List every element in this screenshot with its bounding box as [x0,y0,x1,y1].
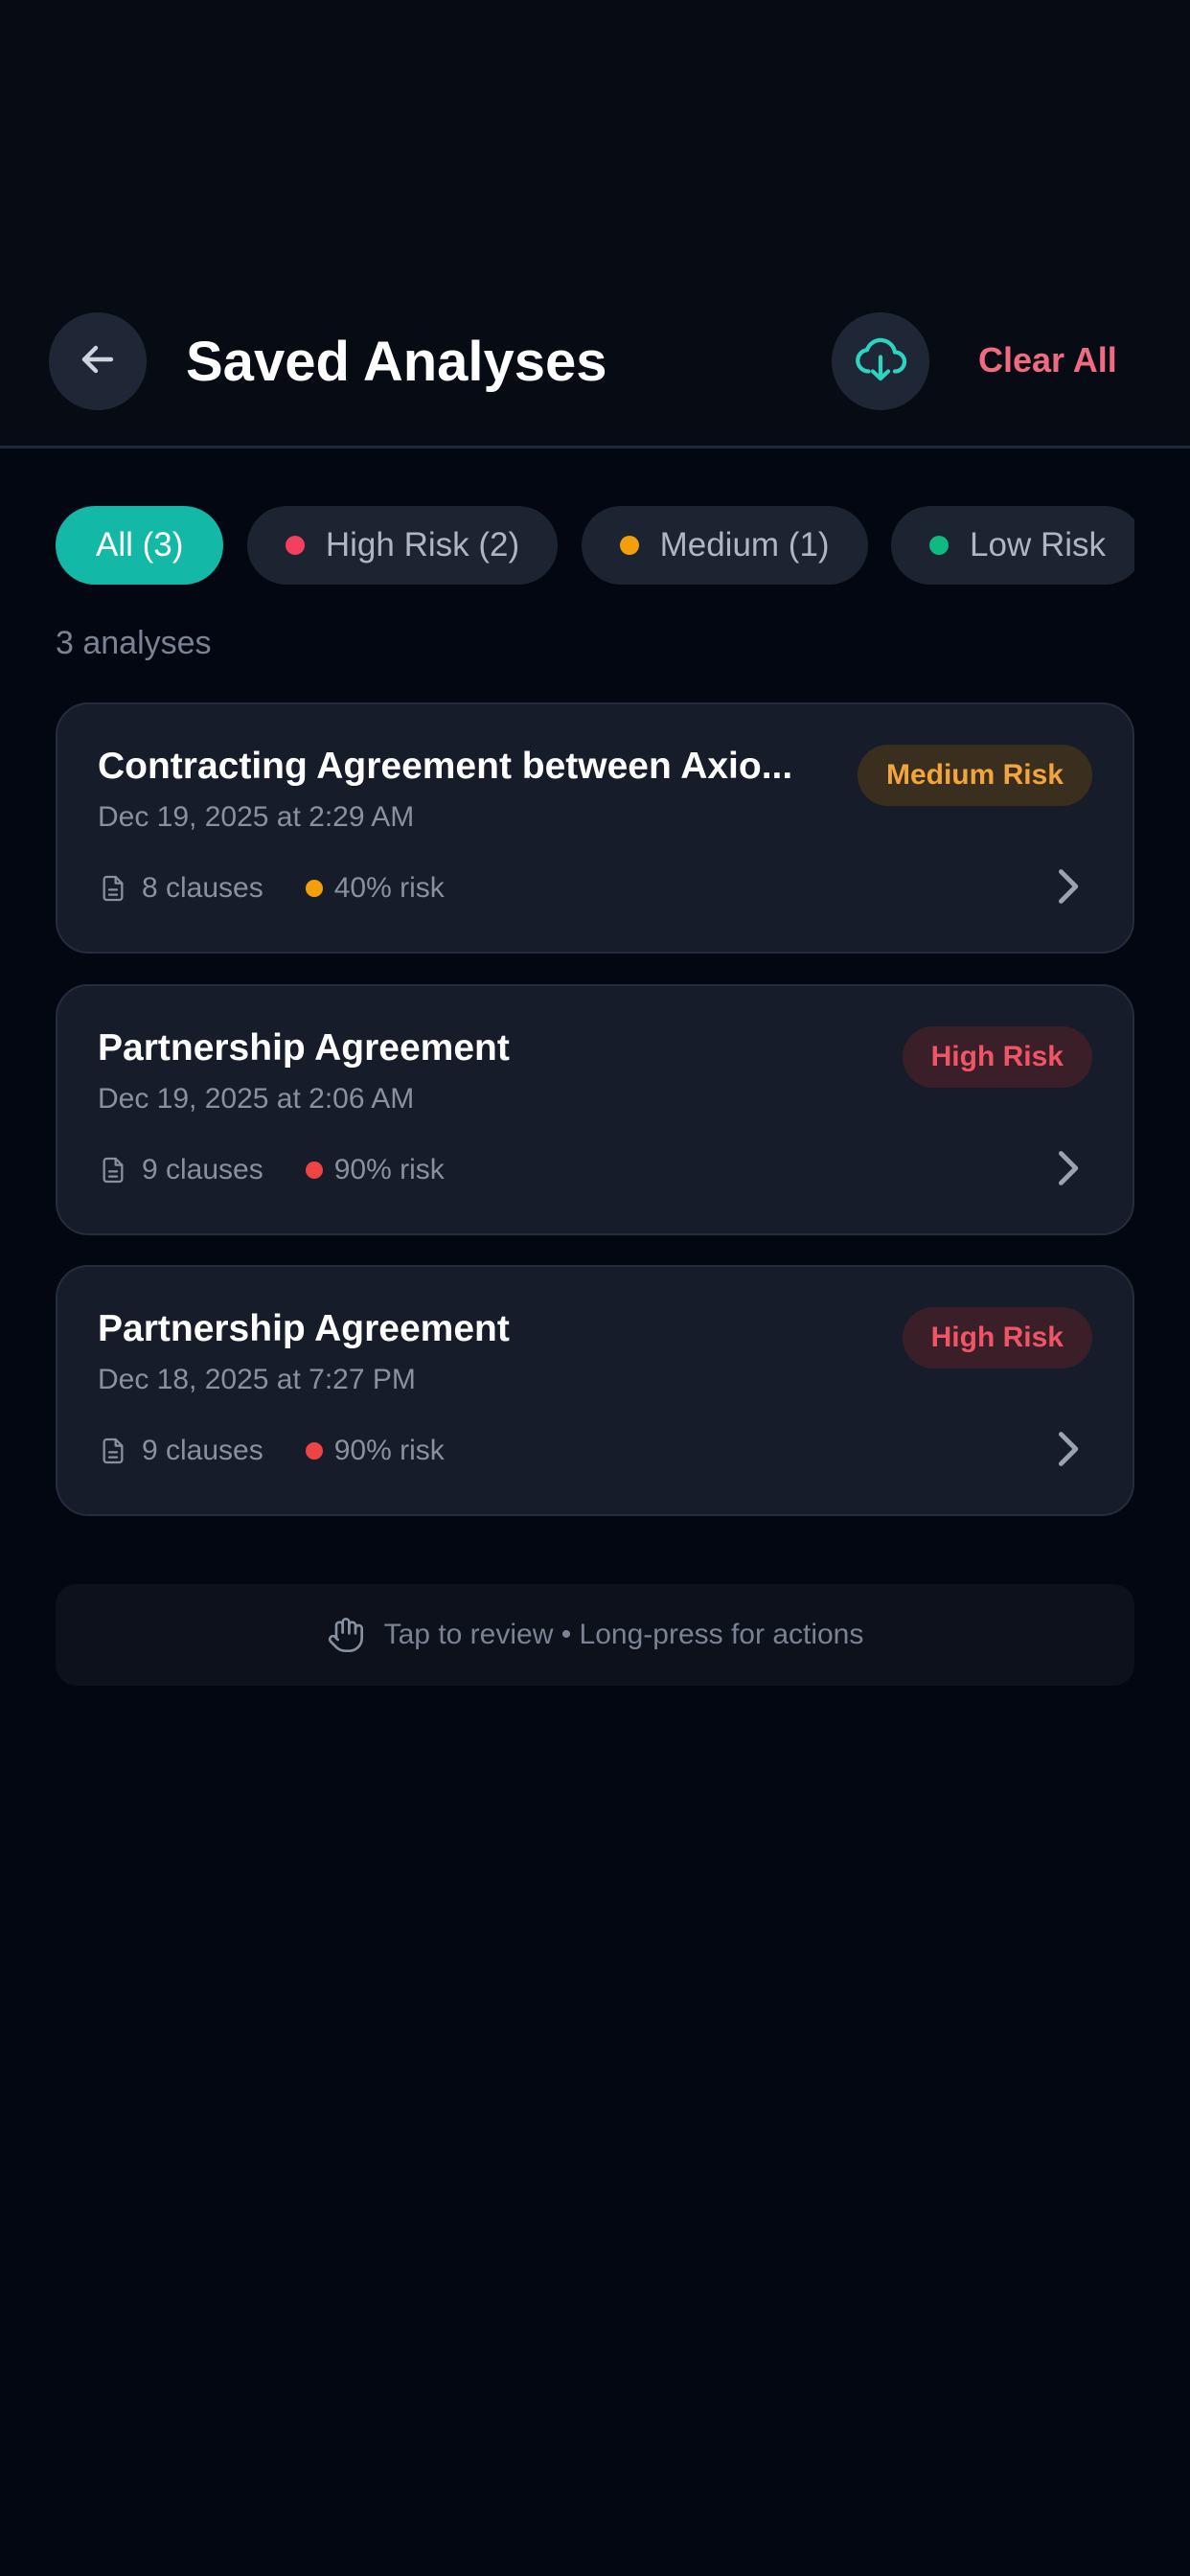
medium-risk-dot-icon [619,536,639,555]
risk-badge: High Risk [902,1026,1092,1088]
analysis-card[interactable]: Partnership Agreement Dec 19, 2025 at 2:… [56,984,1134,1235]
risk-badge: High Risk [902,1307,1092,1368]
filter-chip-all[interactable]: All (3) [56,506,224,585]
card-meta: 9 clauses 90% risk [98,1428,445,1474]
cloud-download-button[interactable] [832,312,929,410]
arrow-left-icon [75,336,121,387]
filter-chip-low-risk[interactable]: Low Risk [891,506,1134,585]
document-icon [98,1153,128,1187]
chevron-right-icon [1048,1144,1087,1192]
risk-dot-icon [305,1162,323,1179]
card-title: Contracting Agreement between Axio... [98,746,793,787]
filter-chips: All (3) High Risk (2) Medium (1) Low Ris… [56,506,1134,586]
document-icon [98,1434,128,1468]
risk-percent: 40% risk [333,872,445,904]
status-bar-area [0,0,1190,245]
card-title: Partnership Agreement [98,1027,510,1069]
filter-chip-label: Low Risk [970,526,1106,564]
filter-chip-high-risk[interactable]: High Risk (2) [246,506,559,585]
card-meta: 9 clauses 90% risk [98,1147,445,1193]
filter-chip-medium[interactable]: Medium (1) [581,506,868,585]
risk-dot-icon [305,1442,323,1460]
page-title: Saved Analyses [186,331,607,393]
chevron-right-icon [1048,862,1087,910]
card-title: Partnership Agreement [98,1308,510,1349]
cloud-download-icon [852,331,909,393]
saved-analyses-screen: Saved Analyses Clear All All (3) High Ri… [0,0,1190,2576]
clause-count: 9 clauses [142,1435,263,1466]
hint-text: Tap to review • Long-press for actions [383,1619,864,1650]
filter-chip-label: Medium (1) [659,526,830,564]
card-meta: 8 clauses 40% risk [98,865,445,911]
back-button[interactable] [49,312,147,410]
filter-chip-label: High Risk (2) [325,526,520,564]
risk-badge: Medium Risk [857,745,1092,806]
clause-count: 9 clauses [142,1154,263,1185]
analysis-card[interactable]: Partnership Agreement Dec 18, 2025 at 7:… [56,1265,1134,1516]
clause-count: 8 clauses [142,872,263,904]
chevron-right-icon [1048,1425,1087,1473]
filter-chip-label: All (3) [96,526,184,564]
clear-all-button[interactable]: Clear All [978,338,1117,383]
usage-hint: Tap to review • Long-press for actions [56,1584,1134,1686]
card-date: Dec 19, 2025 at 2:29 AM [98,801,415,833]
risk-percent: 90% risk [333,1435,445,1466]
risk-dot-icon [305,880,323,897]
card-date: Dec 18, 2025 at 7:27 PM [98,1364,416,1395]
card-date: Dec 19, 2025 at 2:06 AM [98,1083,415,1115]
hand-icon [327,1614,365,1656]
analysis-card[interactable]: Contracting Agreement between Axio... De… [56,702,1134,954]
app-header: Saved Analyses Clear All [0,245,1190,448]
high-risk-dot-icon [285,536,305,555]
analyses-count: 3 analyses [56,625,212,661]
low-risk-dot-icon [929,536,950,555]
document-icon [98,871,128,906]
risk-percent: 90% risk [333,1154,445,1185]
